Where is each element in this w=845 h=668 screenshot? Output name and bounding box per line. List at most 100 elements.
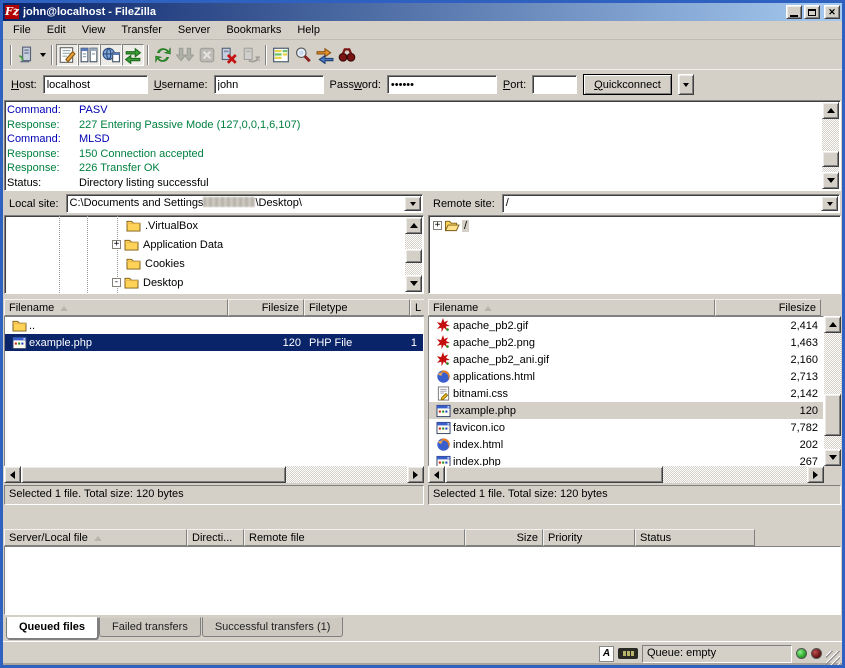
file-row-index-html[interactable]: index.html202 <box>429 436 823 453</box>
toggle-transfer-queue-button[interactable] <box>122 44 144 66</box>
tab-queued-files[interactable]: Queued files <box>6 617 98 639</box>
local-hscrollbar[interactable] <box>4 466 424 483</box>
file-row-example-php[interactable]: example.php120PHP File1 <box>5 334 423 351</box>
scroll-up-button[interactable] <box>405 217 422 234</box>
menu-help[interactable]: Help <box>289 22 328 38</box>
column-header-directi-[interactable]: Directi... <box>187 529 244 546</box>
tree-item-application-data[interactable]: +Application Data <box>5 235 406 254</box>
menu-view[interactable]: View <box>74 22 114 38</box>
local-tree-scrollbar[interactable] <box>405 217 422 292</box>
column-header-priority[interactable]: Priority <box>543 529 635 546</box>
disconnect-button[interactable] <box>218 44 240 66</box>
site-manager-dropdown[interactable] <box>37 44 48 66</box>
scrollbar-thumb[interactable] <box>445 466 663 483</box>
synchronized-browsing-button[interactable] <box>314 44 336 66</box>
local-path-dropdown[interactable] <box>404 196 421 211</box>
chevron-down-icon <box>40 53 46 57</box>
scroll-up-button[interactable] <box>822 102 839 119</box>
tree-item--virtualbox[interactable]: .VirtualBox <box>5 216 406 235</box>
file-row-bitnami-css[interactable]: bitnami.css2,142 <box>429 385 823 402</box>
toggle-remote-tree-button[interactable] <box>100 44 122 66</box>
tab-failed-transfers[interactable]: Failed transfers <box>99 617 201 637</box>
column-header-status[interactable]: Status <box>635 529 755 546</box>
refresh-button[interactable] <box>152 44 174 66</box>
local-site-label: Local site: <box>5 198 63 210</box>
minimize-button[interactable] <box>786 5 802 19</box>
image-file-icon <box>435 318 451 333</box>
directory-comparison-button[interactable] <box>270 44 292 66</box>
toggle-message-log-button[interactable] <box>56 44 78 66</box>
log-line: Response:150 Connection accepted <box>7 147 821 162</box>
menu-server[interactable]: Server <box>170 22 218 38</box>
file-row-applications-html[interactable]: applications.html2,713 <box>429 368 823 385</box>
expand-icon[interactable]: + <box>433 221 442 230</box>
column-header-filetype[interactable]: Filetype <box>304 299 410 316</box>
toggle-local-tree-button[interactable] <box>78 44 100 66</box>
remote-path-dropdown[interactable] <box>821 196 838 211</box>
expand-icon[interactable]: + <box>112 240 121 249</box>
scroll-left-button[interactable] <box>428 466 445 483</box>
maximize-button[interactable] <box>804 5 820 19</box>
password-field[interactable] <box>387 75 497 94</box>
menu-file[interactable]: File <box>5 22 39 38</box>
port-field[interactable] <box>532 75 577 94</box>
process-queue-button[interactable] <box>174 44 196 66</box>
column-header-filesize[interactable]: Filesize <box>228 299 304 316</box>
scrollbar-thumb[interactable] <box>824 394 841 436</box>
file-row-favicon-ico[interactable]: favicon.ico7,782 <box>429 419 823 436</box>
column-header-filename[interactable]: Filename <box>4 299 228 316</box>
cancel-button[interactable] <box>196 44 218 66</box>
column-header-server-local-file[interactable]: Server/Local file <box>4 529 187 546</box>
filter-button[interactable] <box>336 44 358 66</box>
tree-item-root[interactable]: +/ <box>429 216 840 235</box>
title-bar[interactable]: Fz john@localhost - FileZilla ✕ <box>3 3 842 21</box>
queue-status-panel: Queue: empty <box>642 645 792 663</box>
scroll-down-button[interactable] <box>405 275 422 292</box>
host-field[interactable] <box>43 75 148 94</box>
resize-grip[interactable] <box>826 651 840 665</box>
scroll-left-button[interactable] <box>4 466 21 483</box>
tree-item-desktop[interactable]: -Desktop <box>5 273 406 292</box>
column-label: L <box>415 302 421 314</box>
column-header-filesize[interactable]: Filesize <box>715 299 821 316</box>
toolbar <box>3 41 842 69</box>
site-manager-button[interactable] <box>15 44 37 66</box>
tab-successful-transfers-1-[interactable]: Successful transfers (1) <box>202 617 344 637</box>
scrollbar-thumb[interactable] <box>21 466 286 483</box>
column-header-size[interactable]: Size <box>465 529 543 546</box>
scrollbar-thumb[interactable] <box>822 151 839 167</box>
remote-hscrollbar[interactable] <box>428 466 824 483</box>
quickconnect-button[interactable]: Quickconnect <box>583 74 672 95</box>
menu-edit[interactable]: Edit <box>39 22 74 38</box>
remote-path-combobox[interactable]: / <box>502 194 840 213</box>
collapse-icon[interactable]: - <box>112 278 121 287</box>
column-header-filename[interactable]: Filename <box>428 299 715 316</box>
remote-vscrollbar[interactable] <box>824 316 841 466</box>
file-row-apache-pb2-gif[interactable]: apache_pb2.gif2,414 <box>429 317 823 334</box>
scrollbar-thumb[interactable] <box>405 249 422 263</box>
file-name: applications.html <box>453 371 535 383</box>
menu-bookmarks[interactable]: Bookmarks <box>218 22 289 38</box>
column-header-l[interactable]: L <box>410 299 424 316</box>
arrow-left-icon <box>434 471 439 479</box>
file-row-apache-pb2-ani-gif[interactable]: apache_pb2_ani.gif2,160 <box>429 351 823 368</box>
menu-transfer[interactable]: Transfer <box>113 22 170 38</box>
filesize-cell: 120 <box>229 334 305 351</box>
file-row--[interactable]: .. <box>5 317 423 334</box>
file-row-apache-pb2-png[interactable]: apache_pb2.png1,463 <box>429 334 823 351</box>
column-header-remote-file[interactable]: Remote file <box>244 529 465 546</box>
scroll-down-button[interactable] <box>824 449 841 466</box>
find-files-button[interactable] <box>292 44 314 66</box>
log-scrollbar[interactable] <box>822 102 839 189</box>
local-path-combobox[interactable]: C:\Documents and Settings\Desktop\ <box>66 194 423 213</box>
username-field[interactable] <box>214 75 324 94</box>
close-button[interactable]: ✕ <box>824 5 840 19</box>
scroll-right-button[interactable] <box>407 466 424 483</box>
scroll-right-button[interactable] <box>807 466 824 483</box>
scroll-up-button[interactable] <box>824 316 841 333</box>
reconnect-button[interactable] <box>240 44 262 66</box>
file-row-example-php[interactable]: example.php120 <box>429 402 823 419</box>
scroll-down-button[interactable] <box>822 172 839 189</box>
quickconnect-dropdown[interactable] <box>678 74 694 95</box>
tree-item-cookies[interactable]: Cookies <box>5 254 406 273</box>
